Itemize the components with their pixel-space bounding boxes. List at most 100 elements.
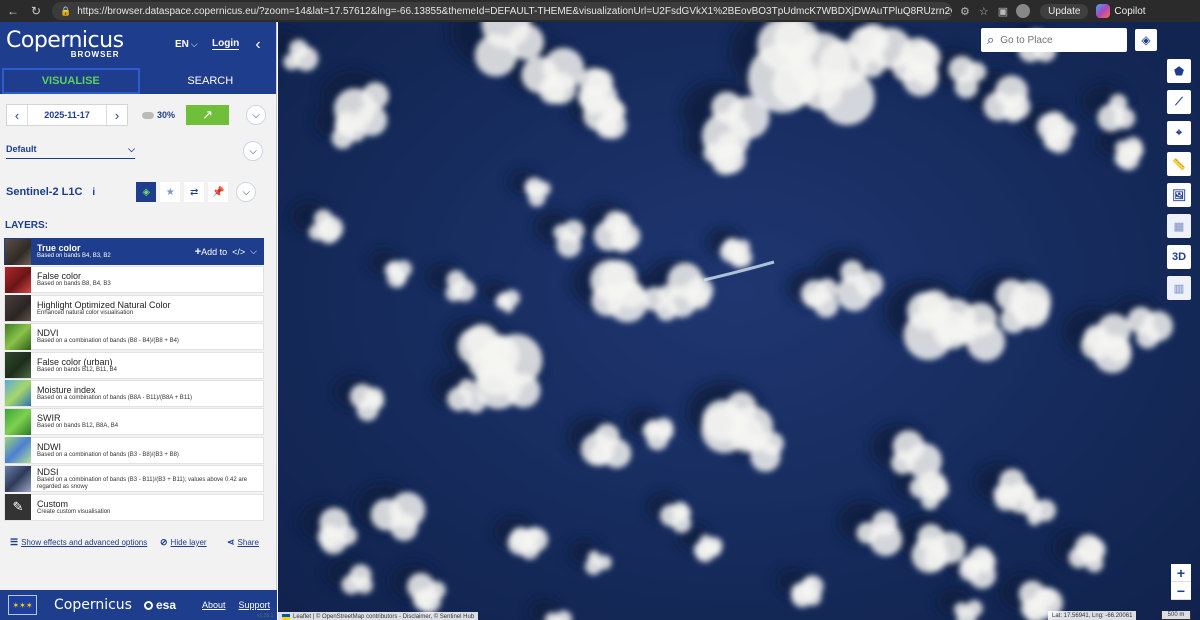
sidebar-footer: ✶✶✶ Copernicus esa About Support: [0, 590, 277, 620]
tab-visualise[interactable]: VISUALISE: [2, 68, 140, 94]
favorites-icon[interactable]: ☆: [979, 5, 989, 18]
layer-title: NDSI: [37, 466, 59, 477]
chevron-down-icon: ⌵: [128, 143, 135, 154]
zoom-out-button[interactable]: −: [1171, 582, 1191, 600]
pentagon-icon: ⬟: [1174, 65, 1184, 78]
layer-desc: Based on a combination of bands (B8 - B4…: [37, 338, 179, 345]
measure-tool-button[interactable]: 📏: [1167, 152, 1191, 176]
update-button[interactable]: Update: [1040, 3, 1089, 19]
eye-off-icon: ⊘: [160, 537, 168, 547]
layer-item-false-color[interactable]: False color Based on bands B8, B4, B3: [4, 266, 264, 294]
poi-tool-button[interactable]: ⌖: [1167, 121, 1191, 145]
expand-date-icon[interactable]: ⌵: [246, 105, 267, 125]
esa-icon: [143, 600, 153, 610]
layer-desc: Based on bands B4, B3, B2: [37, 253, 111, 259]
layer-desc: Based on bands B8, B4, B3: [37, 281, 111, 288]
layer-thumbnail: [5, 266, 31, 293]
expand-theme-icon[interactable]: ⌵: [243, 141, 263, 161]
brush-icon: ✎: [5, 494, 31, 521]
line-tool-button[interactable]: ⟋: [1167, 90, 1191, 114]
ruler-icon: 📏: [1172, 158, 1186, 171]
layer-title: Moisture index: [37, 384, 96, 395]
compare-icon[interactable]: ⇄: [184, 182, 205, 202]
layer-item-ndvi[interactable]: NDVI Based on a combination of bands (B8 …: [4, 323, 264, 351]
layer-thumbnail: [5, 465, 31, 492]
3d-button[interactable]: 3D: [1167, 245, 1191, 269]
layer-title: True color: [37, 243, 81, 253]
statistics-button[interactable]: ▥: [1167, 276, 1191, 300]
tabs: VISUALISE SEARCH: [0, 68, 277, 94]
extensions: ⚙ ☆ ▣: [960, 5, 1008, 18]
layer-thumbnail: [5, 295, 31, 322]
layer-item-custom[interactable]: ✎ Custom Create custom visualisation: [4, 493, 264, 521]
date-row: ‹ 2025-11-17 › 30% ↗ ⌵: [0, 100, 272, 130]
theme-value: Default: [6, 143, 37, 154]
code-icon[interactable]: </>: [232, 247, 245, 257]
login-button[interactable]: Login: [212, 38, 240, 50]
location-pin-icon: ⌖: [1175, 126, 1183, 139]
copernicus-footer-logo[interactable]: Copernicus: [54, 597, 132, 613]
share-label: Share: [237, 538, 259, 547]
satellite-imagery: [278, 22, 1174, 620]
extension-icon[interactable]: ⚙: [960, 5, 970, 18]
next-date-icon[interactable]: ›: [107, 108, 127, 123]
zoom-in-button[interactable]: +: [1171, 564, 1191, 582]
layer-item-highlight-optimized[interactable]: Highlight Optimized Natural Color Enhance…: [4, 294, 264, 322]
cloud-cover[interactable]: 30%: [142, 110, 175, 120]
layer-item-true-color[interactable]: True color Based on bands B4, B3, B2 +Ad…: [4, 238, 264, 265]
layer-title: NDWI: [37, 441, 61, 452]
show-effects-link[interactable]: ☰ Show effects and advanced options: [10, 537, 160, 548]
collapse-sidebar-icon[interactable]: ‹: [248, 35, 268, 55]
about-link[interactable]: About: [202, 600, 226, 610]
line-icon: ⟋: [1175, 95, 1183, 108]
map-tools: ⬟ ⟋ ⌖ 📏 🖼 ▦ 3D ▥: [1167, 59, 1191, 307]
map-view[interactable]: ⌕ ◈ ⬟ ⟋ ⌖ 📏 🖼 ▦ 3D ▥ + − Leaflet | © Ope…: [278, 22, 1200, 620]
layer-item-ndsi[interactable]: NDSI Based on a combination of bands (B3 …: [4, 465, 264, 493]
cloud-cover-value: 30%: [157, 110, 176, 120]
layer-title: False color (urban): [37, 356, 113, 367]
pin-icon[interactable]: 📌: [208, 182, 229, 202]
chevron-down-icon[interactable]: ⌵: [250, 246, 257, 257]
esa-logo[interactable]: esa: [143, 598, 176, 612]
tab-search[interactable]: SEARCH: [144, 68, 278, 94]
search-input[interactable]: [1000, 34, 1111, 46]
theme-select[interactable]: Default ⌵: [6, 144, 135, 159]
cursor-coordinates: Lat: 17.56941, Lng: -66.20061: [1048, 611, 1137, 620]
share-link[interactable]: ⋖ Share: [227, 537, 259, 548]
polygon-tool-button[interactable]: ⬟: [1167, 59, 1191, 83]
reload-icon[interactable]: ↻: [26, 1, 46, 21]
image-download-button[interactable]: 🖼: [1167, 183, 1191, 207]
footer-links: About Support: [202, 600, 270, 610]
layer-item-ndwi[interactable]: NDWI Based on a combination of bands (B3 …: [4, 436, 264, 464]
search-dates-button[interactable]: ↗: [186, 105, 230, 125]
add-to-button[interactable]: +Add to: [195, 246, 227, 258]
date-value[interactable]: 2025-11-17: [27, 105, 107, 125]
language-select[interactable]: EN ⌵: [175, 39, 198, 50]
layers-icon[interactable]: ◈: [136, 182, 157, 202]
sidebar-header: Copernicus BROWSER EN ⌵ Login ‹ VISUALISE…: [0, 22, 276, 94]
layer-title: NDVI: [37, 328, 59, 339]
layer-desc: Create custom visualisation: [37, 508, 111, 515]
prev-date-icon[interactable]: ‹: [7, 108, 27, 123]
theme-row: Default ⌵ ⌵: [0, 137, 272, 165]
hide-layer-link[interactable]: ⊘ Hide layer: [160, 537, 227, 548]
support-link[interactable]: Support: [239, 600, 271, 610]
layer-item-swir[interactable]: SWIR Based on bands B12, B8A, B4: [4, 408, 264, 436]
expand-datasource-icon[interactable]: ⌵: [236, 182, 257, 202]
address-bar[interactable]: 🔒 https://browser.dataspace.copernicus.e…: [52, 2, 952, 20]
layer-item-false-color-urban[interactable]: False color (urban) Based on bands B12, B…: [4, 351, 264, 379]
star-icon[interactable]: ★: [160, 182, 181, 202]
back-icon[interactable]: ←: [3, 1, 23, 21]
layer-list: True color Based on bands B4, B3, B2 +Ad…: [4, 238, 264, 522]
collections-icon[interactable]: ▣: [998, 5, 1008, 18]
map-layers-button[interactable]: ◈: [1135, 29, 1157, 51]
cloud-icon: [142, 111, 154, 119]
film-icon: ▦: [1173, 220, 1185, 233]
profile-avatar[interactable]: [1016, 4, 1031, 18]
copernicus-logo[interactable]: Copernicus BROWSER: [6, 28, 124, 59]
layer-item-moisture-index[interactable]: Moisture index Based on a combination of …: [4, 379, 264, 407]
copilot-label: Copilot: [1114, 5, 1146, 17]
timelapse-button[interactable]: ▦: [1167, 214, 1191, 238]
info-icon[interactable]: i: [92, 187, 95, 198]
copilot-button[interactable]: Copilot: [1096, 4, 1146, 18]
